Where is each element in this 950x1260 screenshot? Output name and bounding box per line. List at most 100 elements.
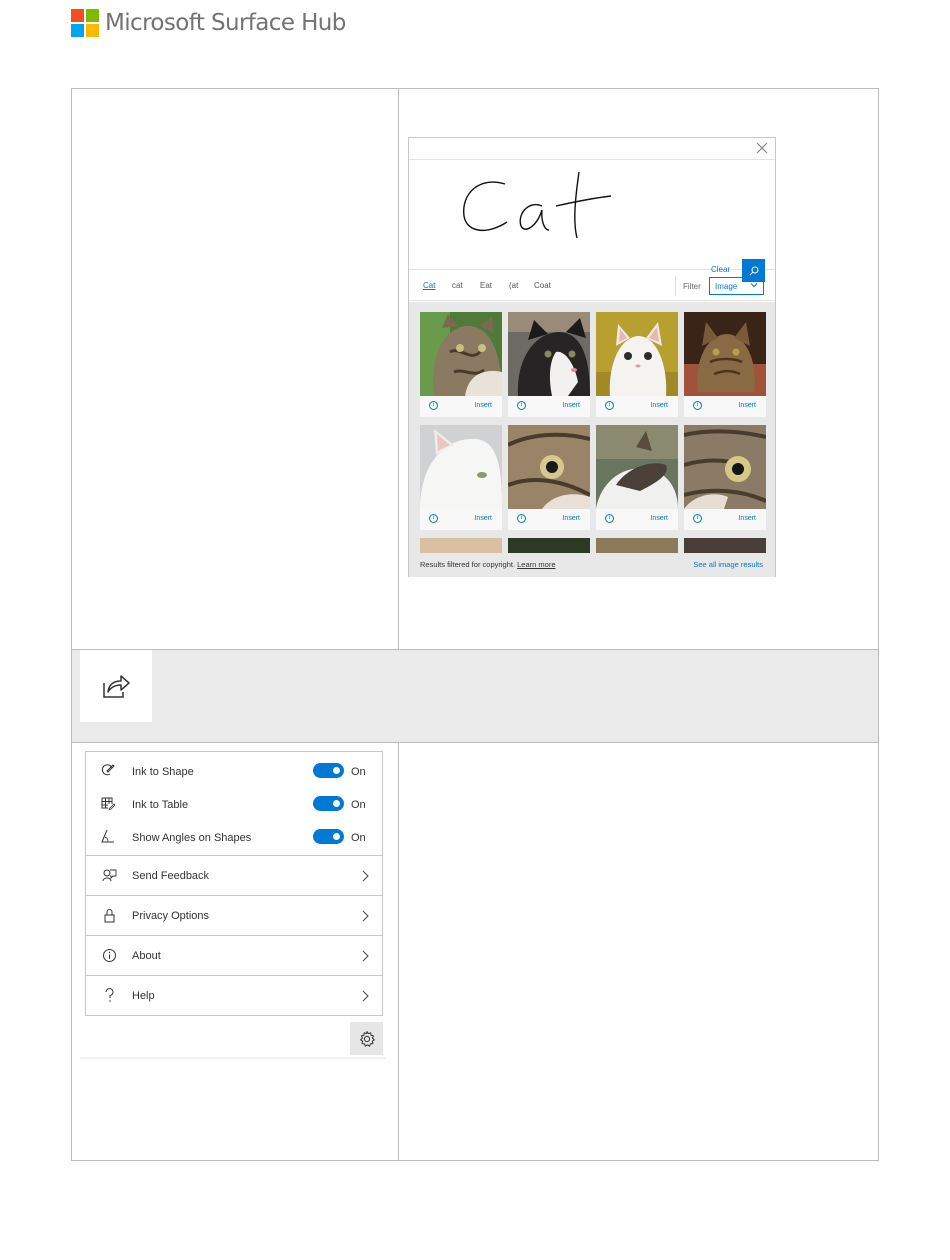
result-tile[interactable]: i Insert bbox=[596, 312, 678, 417]
filter-label: Filter bbox=[683, 282, 701, 291]
toggle-state: On bbox=[351, 799, 366, 811]
toggle-state: On bbox=[351, 832, 366, 844]
share-icon bbox=[103, 675, 130, 698]
toggle-row-show-angles: Show Angles on Shapes On bbox=[86, 823, 382, 851]
insert-button[interactable]: Insert bbox=[738, 402, 756, 409]
copyright-text: Results filtered for copyright. bbox=[420, 560, 516, 569]
cat-image[interactable] bbox=[420, 425, 502, 509]
menu-item-label: Help bbox=[132, 990, 155, 1002]
partial-result-tile[interactable] bbox=[420, 538, 502, 553]
settings-button[interactable] bbox=[350, 1022, 383, 1055]
chevron-down-icon bbox=[750, 283, 758, 288]
copyright-note: Results filtered for copyright. Learn mo… bbox=[420, 560, 556, 569]
partial-result-tile[interactable] bbox=[596, 538, 678, 553]
ink-canvas[interactable]: Clear bbox=[409, 160, 775, 282]
result-caption: i Insert bbox=[420, 509, 502, 530]
result-caption: i Insert bbox=[684, 396, 766, 417]
info-icon[interactable]: i bbox=[429, 514, 438, 523]
settings-menu: Ink to Shape On Ink to Table On Show Ang… bbox=[85, 751, 383, 1016]
suggestion-cat-lower[interactable]: cat bbox=[452, 281, 463, 290]
result-tile[interactable]: i Insert bbox=[420, 312, 502, 417]
toolbar-shadow bbox=[80, 1057, 386, 1060]
see-all-link[interactable]: See all image results bbox=[693, 560, 763, 569]
toggle-row-ink-to-table: Ink to Table On bbox=[86, 790, 382, 818]
show-angles-toggle[interactable] bbox=[313, 829, 344, 844]
cat-image[interactable] bbox=[596, 425, 678, 509]
result-caption: i Insert bbox=[508, 396, 590, 417]
ink-to-table-toggle[interactable] bbox=[313, 796, 344, 811]
table-divider bbox=[398, 89, 399, 1160]
share-button[interactable] bbox=[80, 650, 152, 722]
ink-search-panel: Clear Cat cat Eat (at Coat Filter Image bbox=[408, 137, 776, 577]
result-tile[interactable]: i Insert bbox=[420, 425, 502, 530]
menu-item-label: Send Feedback bbox=[132, 870, 210, 882]
surface-hub-logo: Microsoft Surface Hub bbox=[71, 9, 346, 37]
suggestion-coat[interactable]: Coat bbox=[534, 281, 551, 290]
suggestion-at[interactable]: (at bbox=[509, 281, 518, 290]
info-icon[interactable]: i bbox=[693, 514, 702, 523]
result-tile[interactable]: i Insert bbox=[684, 425, 766, 530]
insert-button[interactable]: Insert bbox=[474, 402, 492, 409]
cat-image[interactable] bbox=[684, 312, 766, 396]
cat-image[interactable] bbox=[508, 425, 590, 509]
result-tile[interactable]: i Insert bbox=[684, 312, 766, 417]
toggle-label: Ink to Shape bbox=[132, 766, 194, 778]
menu-item-label: About bbox=[132, 950, 161, 962]
learn-more-link[interactable]: Learn more bbox=[517, 560, 555, 569]
angle-icon bbox=[101, 829, 114, 843]
toggle-label: Show Angles on Shapes bbox=[132, 832, 252, 844]
panel-title-bar bbox=[409, 138, 775, 160]
partial-result-tile[interactable] bbox=[684, 538, 766, 553]
logo-text: Microsoft Surface Hub bbox=[105, 10, 346, 36]
ink-to-table-icon bbox=[101, 797, 115, 810]
result-caption: i Insert bbox=[684, 509, 766, 530]
menu-item-about[interactable]: About bbox=[86, 935, 382, 975]
result-caption: i Insert bbox=[596, 509, 678, 530]
close-icon[interactable] bbox=[755, 141, 769, 155]
ink-to-shape-icon bbox=[101, 764, 115, 776]
filter-value: Image bbox=[715, 282, 738, 291]
insert-button[interactable]: Insert bbox=[562, 402, 580, 409]
chevron-right-icon bbox=[362, 990, 369, 1002]
insert-button[interactable]: Insert bbox=[650, 402, 668, 409]
gear-icon bbox=[359, 1030, 375, 1047]
partial-result-tile[interactable] bbox=[508, 538, 590, 553]
info-icon[interactable]: i bbox=[429, 401, 438, 410]
toggle-label: Ink to Table bbox=[132, 799, 189, 811]
feedback-icon bbox=[102, 869, 117, 882]
info-icon[interactable]: i bbox=[693, 401, 702, 410]
cat-image[interactable] bbox=[684, 425, 766, 509]
menu-item-send-feedback[interactable]: Send Feedback bbox=[86, 855, 382, 895]
cat-image[interactable] bbox=[420, 312, 502, 396]
ink-to-shape-toggle[interactable] bbox=[313, 763, 344, 778]
chevron-right-icon bbox=[362, 910, 369, 922]
cat-image[interactable] bbox=[596, 312, 678, 396]
lock-icon bbox=[104, 909, 115, 923]
result-caption: i Insert bbox=[420, 396, 502, 417]
insert-button[interactable]: Insert bbox=[474, 515, 492, 522]
suggestion-cat-upper[interactable]: Cat bbox=[423, 281, 435, 290]
info-icon[interactable]: i bbox=[605, 514, 614, 523]
handwriting-ink bbox=[463, 171, 612, 239]
chevron-right-icon bbox=[362, 950, 369, 962]
result-caption: i Insert bbox=[596, 396, 678, 417]
menu-item-label: Privacy Options bbox=[132, 910, 210, 922]
info-icon[interactable]: i bbox=[517, 401, 526, 410]
cat-image[interactable] bbox=[508, 312, 590, 396]
chevron-right-icon bbox=[362, 870, 369, 882]
microsoft-logo-icon bbox=[71, 9, 99, 37]
info-icon bbox=[103, 949, 116, 962]
result-tile[interactable]: i Insert bbox=[508, 425, 590, 530]
menu-item-help[interactable]: Help bbox=[86, 975, 382, 1015]
question-icon bbox=[105, 988, 114, 1002]
result-tile[interactable]: i Insert bbox=[508, 312, 590, 417]
info-icon[interactable]: i bbox=[605, 401, 614, 410]
menu-item-privacy-options[interactable]: Privacy Options bbox=[86, 895, 382, 935]
result-tile[interactable]: i Insert bbox=[596, 425, 678, 530]
insert-button[interactable]: Insert bbox=[738, 515, 756, 522]
insert-button[interactable]: Insert bbox=[650, 515, 668, 522]
info-icon[interactable]: i bbox=[517, 514, 526, 523]
filter-dropdown[interactable]: Image bbox=[709, 277, 764, 295]
insert-button[interactable]: Insert bbox=[562, 515, 580, 522]
suggestion-eat[interactable]: Eat bbox=[480, 281, 492, 290]
